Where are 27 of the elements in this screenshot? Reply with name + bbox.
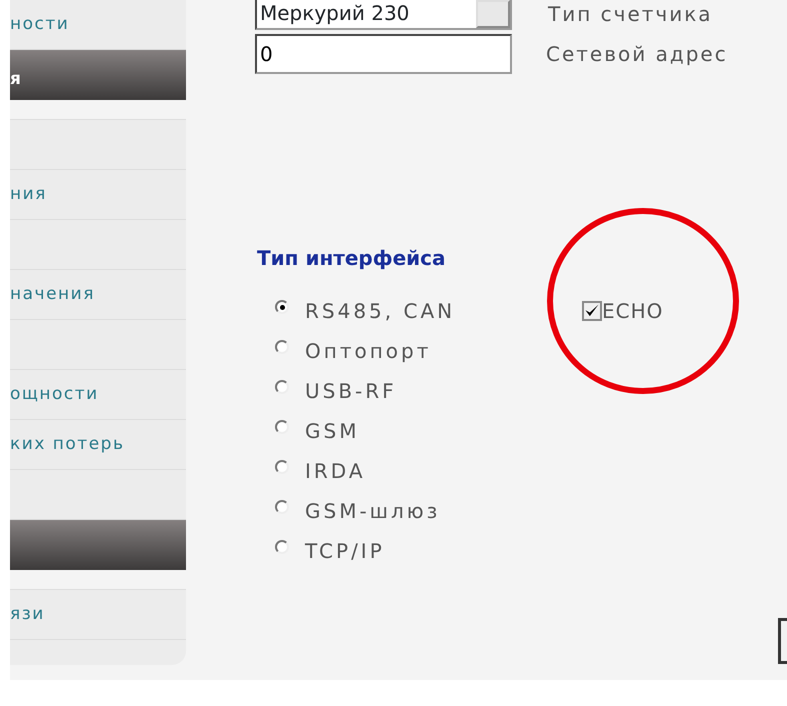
sidebar-item[interactable]: ощности [10, 370, 186, 420]
sidebar-item[interactable]: язи [10, 590, 186, 640]
sidebar-item[interactable]: ния [10, 170, 186, 220]
radio-button[interactable] [275, 300, 289, 314]
radio-button[interactable] [275, 500, 289, 514]
radio-button[interactable] [275, 340, 289, 354]
checkbox[interactable] [582, 301, 602, 321]
section-title: Тип интерфейса [257, 245, 447, 272]
sidebar-item[interactable]: начения [10, 270, 186, 320]
radio-label: RS485, CAN [305, 298, 456, 325]
radio-button[interactable] [275, 420, 289, 434]
radio-button[interactable] [275, 380, 289, 394]
radio-label: Оптопорт [305, 338, 432, 365]
field-label: Сетевой адрес [546, 41, 728, 68]
sidebar-header: я [10, 50, 186, 100]
radio-label: TCP/IP [305, 538, 385, 565]
radio-button[interactable] [275, 540, 289, 554]
radio-label: USB-RF [305, 378, 397, 405]
address-field[interactable]: 0 [255, 34, 512, 74]
checkbox-label: ECHO [602, 298, 664, 325]
radio-label: IRDA [305, 458, 366, 485]
sidebar-item[interactable]: ких потерь [10, 420, 186, 470]
radio-button[interactable] [275, 460, 289, 474]
field-label: Тип счетчика [548, 1, 713, 28]
radio-label: GSM [305, 418, 360, 445]
radio-label: GSM-шлюз [305, 498, 440, 525]
meter-type-select[interactable]: Меркурий 230 [255, 0, 512, 30]
